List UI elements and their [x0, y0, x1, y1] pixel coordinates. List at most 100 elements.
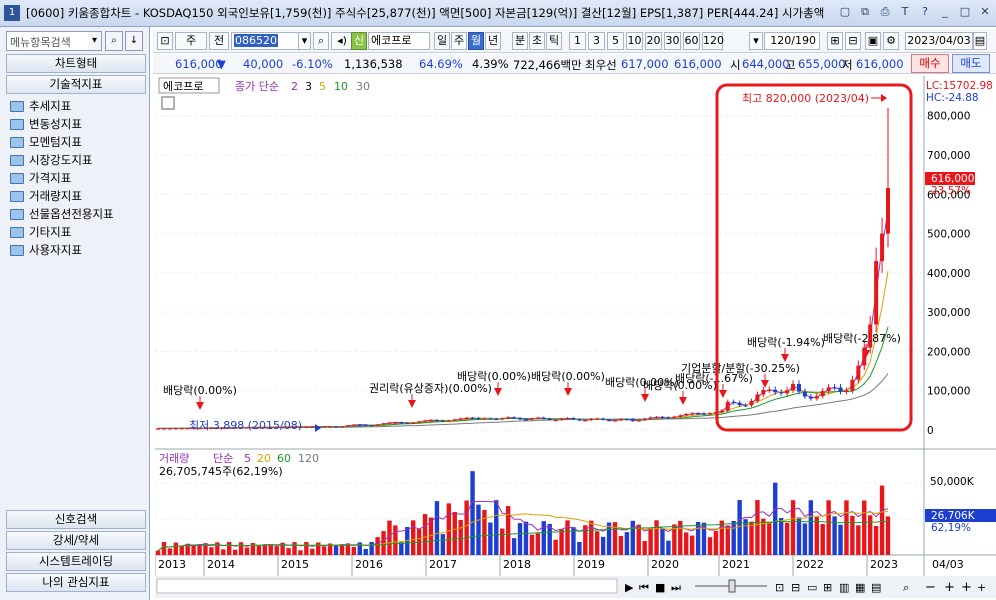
folder-icon	[10, 118, 24, 130]
settings-icon[interactable]: ⊡	[157, 32, 173, 50]
period-day[interactable]: 일	[434, 32, 450, 50]
count-field[interactable]: 120/190	[764, 32, 820, 50]
calendar-icon[interactable]: ▤	[973, 32, 987, 50]
tree-item[interactable]: 추세지표	[10, 97, 114, 115]
sound-icon[interactable]: ◂)	[331, 32, 353, 50]
count-dropdown-icon[interactable]: ▾	[749, 32, 763, 50]
type-select[interactable]: 주	[175, 32, 207, 50]
volume-bar	[838, 524, 843, 555]
zoom-icon[interactable]: ⊞	[827, 32, 843, 50]
x-axis-label: 2018	[503, 558, 531, 571]
buy-button[interactable]: 매수	[911, 54, 949, 73]
grid-toggle-icon[interactable]	[161, 96, 175, 110]
event-label: 배당락(-1.94%)	[747, 336, 825, 349]
view-icon-2[interactable]: ⊟	[791, 581, 800, 594]
candle	[767, 389, 772, 391]
volume-bar	[393, 525, 398, 555]
rewind-icon[interactable]: ⏮	[639, 581, 649, 594]
interval-button[interactable]: 5	[607, 32, 624, 50]
low-price: 616,000	[856, 57, 904, 71]
zoom-out-icon[interactable]: −	[925, 580, 936, 595]
search-dropdown-icon[interactable]: ▾	[88, 31, 102, 51]
code-dropdown-icon[interactable]: ▾	[299, 32, 311, 50]
window-font-icon[interactable]: T	[898, 5, 912, 19]
period-month[interactable]: 월	[468, 32, 484, 50]
period-year[interactable]: 년	[485, 32, 501, 50]
volume-bar	[298, 550, 303, 555]
plus-icon[interactable]: +	[977, 581, 986, 594]
interval-button[interactable]: 120	[702, 32, 724, 50]
zoom-icon[interactable]: ⌕	[903, 581, 909, 594]
zoom-reset-icon[interactable]: +	[961, 580, 972, 595]
tree-item[interactable]: 모멘텀지표	[10, 133, 114, 151]
zoom-in-icon[interactable]: +	[944, 580, 955, 595]
interval-button[interactable]: 1	[569, 32, 586, 50]
view-icon-5[interactable]: ▥	[839, 581, 849, 594]
sell-button[interactable]: 매도	[952, 54, 990, 73]
interval-button[interactable]: 60	[683, 32, 700, 50]
max-price-label: 최고 820,000 (2023/04)	[742, 92, 869, 105]
view-icon-1[interactable]: ⊡	[775, 581, 784, 594]
price-chart[interactable]: 에코프로 종가 단순 2 3 5 10 30 LC:15702.98 HC:-2…	[155, 76, 996, 598]
signal-search-button[interactable]: 신호검색	[6, 510, 146, 529]
search-icon[interactable]: ⌕	[313, 32, 329, 50]
view-icon-3[interactable]: ▭	[807, 581, 817, 594]
interval-button[interactable]: 3	[588, 32, 605, 50]
stock-code-input[interactable]: 086520	[231, 32, 299, 50]
price-legend-ma-label: 종가 단순	[235, 80, 279, 93]
scroll-left-icon[interactable]: ▶	[625, 581, 634, 594]
candle	[779, 392, 784, 394]
volume-bar	[304, 542, 309, 555]
period-second[interactable]: 초	[529, 32, 545, 50]
volume-bar	[310, 548, 315, 555]
prev-button[interactable]: 전	[209, 32, 229, 50]
date-field[interactable]: 2023/04/03	[905, 32, 973, 50]
chart-type-button[interactable]: 차트형태	[6, 54, 146, 73]
help-icon[interactable]: ?	[918, 5, 932, 19]
minimize-icon[interactable]: _	[938, 5, 952, 19]
period-minute[interactable]: 분	[512, 32, 528, 50]
volume-bar	[577, 541, 582, 555]
strength-button[interactable]: 강세/약세	[6, 531, 146, 550]
forward-icon[interactable]: ⏭	[671, 581, 681, 594]
tree-item[interactable]: 변동성지표	[10, 115, 114, 133]
download-icon[interactable]: ↓	[125, 31, 143, 51]
tree-item[interactable]: 선물옵션전용지표	[10, 205, 114, 223]
technical-indicator-button[interactable]: 기술적지표	[6, 75, 146, 94]
candle	[369, 425, 374, 427]
candle	[547, 418, 552, 420]
save-icon[interactable]: ▣	[865, 32, 881, 50]
interval-button[interactable]: 30	[664, 32, 681, 50]
view-icon-7[interactable]: ▤	[871, 581, 881, 594]
tree-item[interactable]: 기타지표	[10, 223, 114, 241]
volume-bar	[755, 500, 760, 555]
window-print-icon[interactable]: ⎙	[878, 5, 892, 19]
zoom-slider-thumb[interactable]	[728, 579, 736, 593]
period-tick[interactable]: 틱	[546, 32, 562, 50]
close-icon[interactable]: ✕	[978, 5, 992, 19]
tool-icon[interactable]: ⊟	[845, 32, 861, 50]
tree-item[interactable]: 시장강도지표	[10, 151, 114, 169]
horizontal-scrollbar[interactable]	[156, 578, 618, 594]
view-icon-6[interactable]: ▦	[855, 581, 865, 594]
tree-item[interactable]: 가격지표	[10, 169, 114, 187]
search-icon[interactable]: ⌕	[105, 31, 123, 51]
stock-name-field: 에코프로	[368, 32, 430, 50]
x-axis-label: 2019	[577, 558, 605, 571]
maximize-icon[interactable]: □	[958, 5, 972, 19]
period-week[interactable]: 주	[451, 32, 467, 50]
tree-item[interactable]: 사용자지표	[10, 241, 114, 259]
volume-bar	[684, 532, 689, 555]
my-indicators-button[interactable]: 나의 관심지표	[6, 573, 146, 592]
gear-icon[interactable]: ⚙	[883, 32, 899, 50]
stop-icon[interactable]: ■	[655, 581, 665, 594]
x-axis-label: 2016	[355, 558, 383, 571]
interval-button[interactable]: 20	[645, 32, 662, 50]
window-link-icon[interactable]: ⧉	[858, 5, 872, 19]
system-trading-button[interactable]: 시스템트레이딩	[6, 552, 146, 571]
folder-icon	[10, 136, 24, 148]
window-tile-icon[interactable]: ▢	[838, 5, 852, 19]
tree-item[interactable]: 거래량지표	[10, 187, 114, 205]
view-icon-4[interactable]: ⊞	[823, 581, 832, 594]
interval-button[interactable]: 10	[626, 32, 643, 50]
